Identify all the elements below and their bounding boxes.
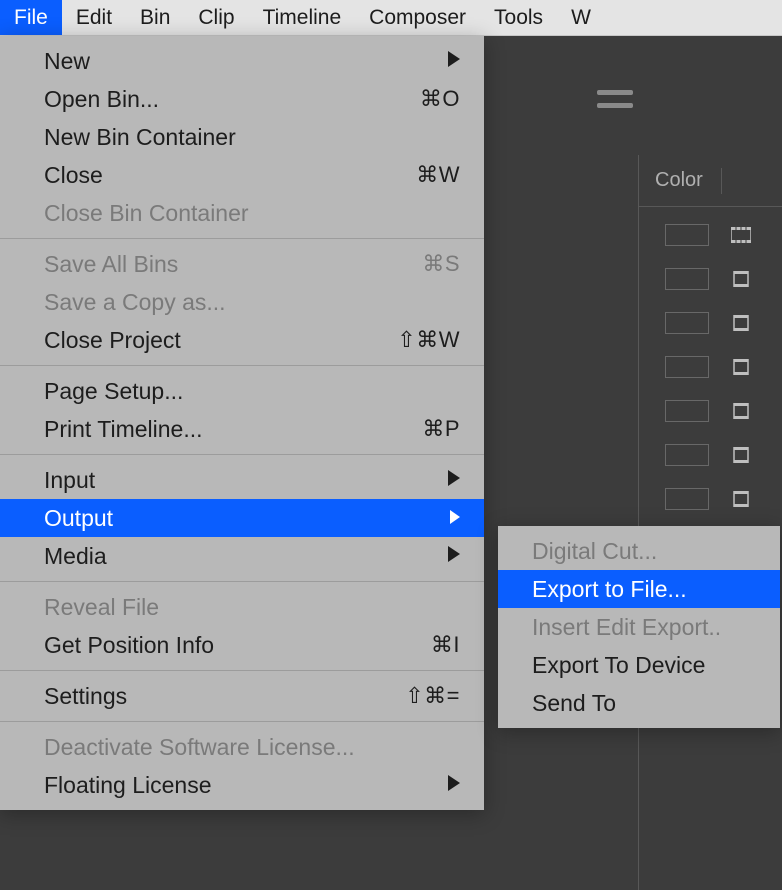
- menu-item-reveal-file: Reveal File: [0, 588, 484, 626]
- submenu-item-insert-edit-export: Insert Edit Export..: [498, 608, 780, 646]
- menu-shortcut: ⌘O: [420, 86, 460, 112]
- menu-shortcut: ⌘I: [431, 632, 460, 658]
- menu-separator: [0, 365, 484, 366]
- bin-row[interactable]: [639, 257, 782, 301]
- sub-clip-icon: [731, 271, 751, 287]
- menu-item-settings[interactable]: Settings ⇧⌘=: [0, 677, 484, 715]
- submenu-item-export-to-device[interactable]: Export To Device: [498, 646, 780, 684]
- menu-separator: [0, 670, 484, 671]
- sub-clip-icon: [731, 491, 751, 507]
- menu-item-floating-license[interactable]: Floating License: [0, 766, 484, 804]
- color-swatch[interactable]: [665, 312, 709, 334]
- bin-side-panel: Color: [638, 155, 782, 890]
- menubar-tools[interactable]: Tools: [480, 0, 557, 35]
- menubar-composer[interactable]: Composer: [355, 0, 480, 35]
- bin-row[interactable]: [639, 213, 782, 257]
- menu-item-print-timeline[interactable]: Print Timeline... ⌘P: [0, 410, 484, 448]
- menubar: File Edit Bin Clip Timeline Composer Too…: [0, 0, 782, 36]
- menu-shortcut: ⇧⌘=: [405, 683, 460, 709]
- menu-item-close-bin-container: Close Bin Container: [0, 194, 484, 232]
- bin-row[interactable]: [639, 301, 782, 345]
- menu-item-close-project[interactable]: Close Project ⇧⌘W: [0, 321, 484, 359]
- menubar-clip[interactable]: Clip: [184, 0, 248, 35]
- menu-item-get-position-info[interactable]: Get Position Info ⌘I: [0, 626, 484, 664]
- menu-shortcut: ⌘S: [422, 251, 460, 277]
- chevron-right-icon: [448, 775, 460, 796]
- color-swatch[interactable]: [665, 400, 709, 422]
- color-column-label[interactable]: Color: [655, 169, 703, 192]
- bin-row[interactable]: [639, 433, 782, 477]
- chevron-right-icon: [448, 470, 460, 491]
- menubar-truncated[interactable]: W: [557, 0, 605, 35]
- menu-shortcut: ⇧⌘W: [397, 327, 460, 353]
- menu-shortcut: ⌘W: [416, 162, 460, 188]
- hamburger-icon[interactable]: [597, 90, 633, 108]
- menu-separator: [0, 721, 484, 722]
- output-submenu: Digital Cut... Export to File... Insert …: [498, 526, 780, 728]
- menu-item-page-setup[interactable]: Page Setup...: [0, 372, 484, 410]
- menu-separator: [0, 454, 484, 455]
- menu-item-new[interactable]: New: [0, 42, 484, 80]
- sub-clip-icon: [731, 315, 751, 331]
- file-dropdown-menu: New Open Bin... ⌘O New Bin Container Clo…: [0, 36, 484, 810]
- color-swatch[interactable]: [665, 268, 709, 290]
- menubar-file[interactable]: File: [0, 0, 62, 35]
- color-swatch[interactable]: [665, 224, 709, 246]
- chevron-right-icon: [448, 51, 460, 72]
- submenu-item-digital-cut: Digital Cut...: [498, 532, 780, 570]
- menu-item-deactivate-license: Deactivate Software License...: [0, 728, 484, 766]
- sub-clip-icon: [731, 359, 751, 375]
- menu-item-save-a-copy: Save a Copy as...: [0, 283, 484, 321]
- menu-separator: [0, 238, 484, 239]
- menubar-timeline[interactable]: Timeline: [249, 0, 356, 35]
- color-swatch[interactable]: [665, 444, 709, 466]
- menubar-edit[interactable]: Edit: [62, 0, 126, 35]
- sub-clip-icon: [731, 447, 751, 463]
- bin-row[interactable]: [639, 389, 782, 433]
- bin-row[interactable]: [639, 345, 782, 389]
- menu-item-new-bin-container[interactable]: New Bin Container: [0, 118, 484, 156]
- menu-shortcut: ⌘P: [422, 416, 460, 442]
- sub-clip-icon: [731, 403, 751, 419]
- menu-item-input[interactable]: Input: [0, 461, 484, 499]
- chevron-right-icon: [448, 546, 460, 567]
- menu-item-save-all-bins: Save All Bins ⌘S: [0, 245, 484, 283]
- menu-separator: [0, 581, 484, 582]
- submenu-item-export-to-file[interactable]: Export to File...: [498, 570, 780, 608]
- chevron-right-icon: [450, 508, 460, 529]
- column-divider: [721, 168, 722, 194]
- menubar-bin[interactable]: Bin: [126, 0, 184, 35]
- color-swatch[interactable]: [665, 488, 709, 510]
- submenu-item-send-to[interactable]: Send To: [498, 684, 780, 722]
- menu-item-close[interactable]: Close ⌘W: [0, 156, 484, 194]
- bin-row[interactable]: [639, 477, 782, 521]
- menu-item-media[interactable]: Media: [0, 537, 484, 575]
- menu-item-open-bin[interactable]: Open Bin... ⌘O: [0, 80, 484, 118]
- bin-column-header: Color: [639, 155, 782, 207]
- master-clip-icon: [731, 227, 751, 243]
- menu-item-output[interactable]: Output: [0, 499, 484, 537]
- color-swatch[interactable]: [665, 356, 709, 378]
